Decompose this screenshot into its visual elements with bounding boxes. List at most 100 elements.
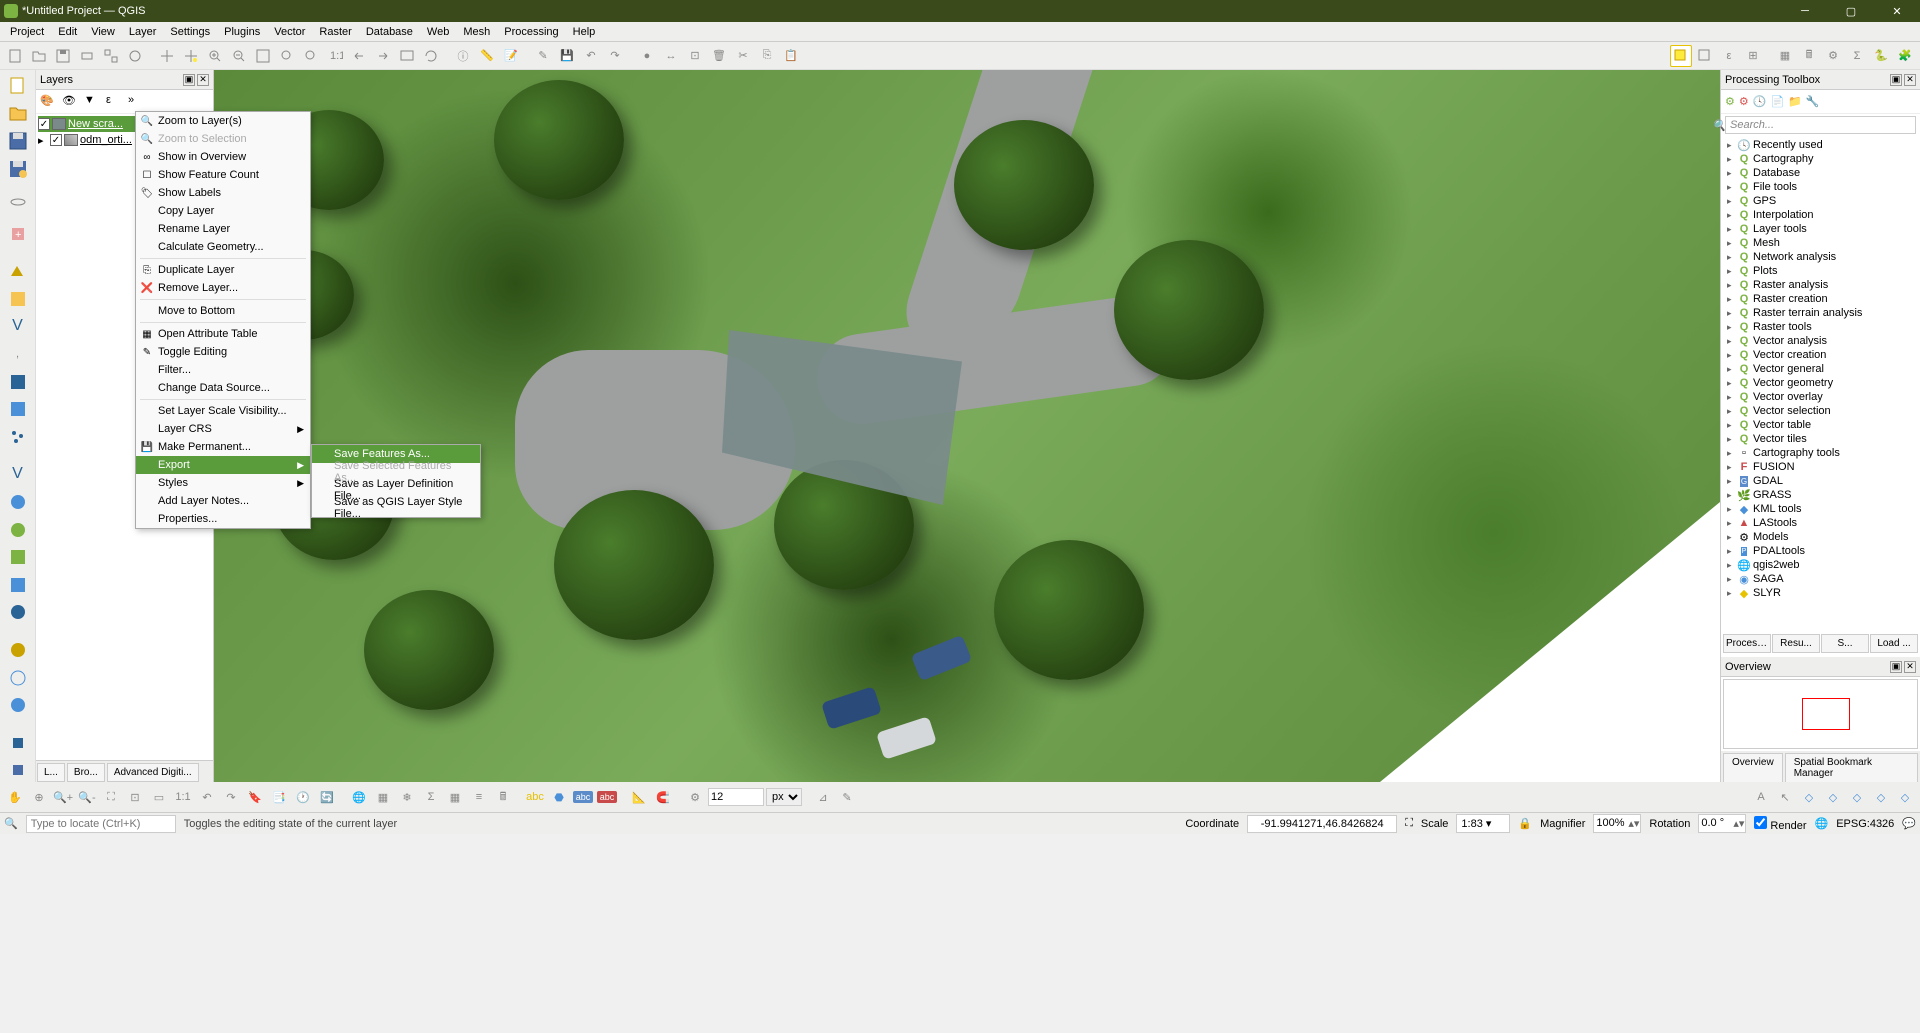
processing-group[interactable]: ▸QVector overlay [1723,390,1918,404]
pan-button[interactable] [156,45,178,67]
overview-canvas[interactable] [1723,679,1918,749]
menu-item-show-in-overview[interactable]: ∞Show in Overview [136,148,310,166]
add-point-icon[interactable]: V [6,463,30,487]
node-icon[interactable]: ◇ [1798,786,1820,808]
undock-icon[interactable]: ▣ [183,74,195,86]
toolbox-button[interactable]: ⚙ [1822,45,1844,67]
new-project-button[interactable] [4,45,26,67]
zoom-native-button[interactable]: 1:1 [324,45,346,67]
sigma-icon[interactable]: Σ [420,786,442,808]
zoom-layer-icon[interactable]: ▭ [148,786,170,808]
processing-group[interactable]: ▸🌿GRASS [1723,488,1918,502]
processing-group[interactable]: ▸QMesh [1723,236,1918,250]
menu-web[interactable]: Web [421,24,455,40]
menu-item-remove-layer-[interactable]: ❌Remove Layer... [136,279,310,297]
layers-tab[interactable]: L... [37,763,65,782]
temporal-icon[interactable]: 🕐 [292,786,314,808]
calc-icon[interactable]: 🖩 [492,786,514,808]
menu-plugins[interactable]: Plugins [218,24,266,40]
menu-processing[interactable]: Processing [498,24,564,40]
processing-group[interactable]: ▸◆KML tools [1723,502,1918,516]
zoom-native-icon[interactable]: 1:1 [172,786,194,808]
chip-icon[interactable] [6,731,30,755]
zoom-next-icon[interactable]: ↷ [220,786,242,808]
menu-item-show-feature-count[interactable]: ☐Show Feature Count [136,166,310,184]
processing-group[interactable]: ▸QVector geometry [1723,376,1918,390]
menu-item-properties-[interactable]: Properties... [136,510,310,528]
maximize-button[interactable]: ▢ [1828,0,1874,22]
undock-icon[interactable]: ▣ [1890,661,1902,673]
processing-group[interactable]: ▸QVector analysis [1723,334,1918,348]
select-by-value-button[interactable]: ⊞ [1742,45,1764,67]
undock-icon[interactable]: ▣ [1890,74,1902,86]
menu-help[interactable]: Help [567,24,602,40]
redo-button[interactable]: ↷ [604,45,626,67]
data-source-icon[interactable] [6,194,30,218]
layer-checkbox[interactable]: ✓ [38,118,50,130]
zoom-in-icon[interactable]: 🔍+ [52,786,74,808]
database-icon[interactable] [6,638,30,662]
label2-icon[interactable]: ⬣ [548,786,570,808]
processing-group[interactable]: ▸QRaster analysis [1723,278,1918,292]
processing-group[interactable]: ▸▲LAStools [1723,516,1918,530]
undo-button[interactable]: ↶ [580,45,602,67]
zoom-full-button[interactable] [252,45,274,67]
processing-group[interactable]: ▸QVector general [1723,362,1918,376]
style-manager-button[interactable] [124,45,146,67]
open-project-button[interactable] [28,45,50,67]
render-checkbox[interactable]: Render [1754,816,1806,832]
processing-group[interactable]: ▸🕓Recently used [1723,138,1918,152]
tracing-icon[interactable]: ✎ [836,786,858,808]
menu-item-toggle-editing[interactable]: ✎Toggle Editing [136,343,310,361]
abc-icon[interactable]: A [1750,786,1772,808]
snap-icon[interactable]: 🧲 [652,786,674,808]
processing-group[interactable]: ▸QVector selection [1723,404,1918,418]
processing-group[interactable]: ▸QVector table [1723,418,1918,432]
style-icon[interactable]: 🎨 [40,94,56,110]
scale-value[interactable]: 1:83 ▾ [1456,814,1510,833]
stats-button[interactable]: Σ [1846,45,1868,67]
menu-settings[interactable]: Settings [164,24,216,40]
filter-icon[interactable]: 👁 [62,94,78,110]
locate-icon[interactable]: 🔍 [4,817,18,830]
globe2-icon[interactable] [6,693,30,717]
minimize-button[interactable]: ─ [1782,0,1828,22]
node-tool-button[interactable]: ⊡ [684,45,706,67]
labelc-icon[interactable]: abc [596,786,618,808]
move-feature-button[interactable]: ↔ [660,45,682,67]
xyz-icon[interactable] [6,545,30,569]
processing-group[interactable]: ▸QFile tools [1723,180,1918,194]
measure-button[interactable]: 📏 [476,45,498,67]
zoom-layer-button[interactable] [300,45,322,67]
processing-group[interactable]: ▸FFUSION [1723,460,1918,474]
new-3d-icon[interactable]: 🌐 [348,786,370,808]
zoom-selection-button[interactable] [276,45,298,67]
expression-icon[interactable]: ε [106,94,122,110]
vector-layer-icon[interactable] [6,259,30,283]
pan-selection-button[interactable] [180,45,202,67]
menu-item-calculate-geometry-[interactable]: Calculate Geometry... [136,238,310,256]
map-canvas[interactable] [214,70,1720,782]
folder-icon[interactable]: 📁 [1788,95,1802,108]
layers-tab[interactable]: Advanced Digiti... [107,763,199,782]
refresh-icon[interactable]: 🔄 [316,786,338,808]
zoom-last-icon[interactable]: ↶ [196,786,218,808]
connect-icon[interactable] [6,573,30,597]
processing-group[interactable]: ▸QVector creation [1723,348,1918,362]
menu-item-duplicate-layer[interactable]: ⎘Duplicate Layer [136,261,310,279]
identify-button[interactable]: ⓘ [452,45,474,67]
processing-group[interactable]: ▸GGDAL [1723,474,1918,488]
close-panel-icon[interactable]: ✕ [197,74,209,86]
open-folder-icon[interactable] [6,102,30,126]
paste-button[interactable]: 📋 [780,45,802,67]
processing-group[interactable]: ▸QGPS [1723,194,1918,208]
snap-settings-icon[interactable]: ⚙ [684,786,706,808]
pan-to-icon[interactable]: ⊕ [28,786,50,808]
magnifier-value[interactable]: 100%▴▾ [1593,814,1641,833]
snap-unit-select[interactable]: px [766,788,802,806]
wrench-icon[interactable]: 🔧 [1806,95,1820,108]
messages-icon[interactable]: 💬 [1902,817,1916,830]
processing-tab-button[interactable]: Resu... [1772,634,1820,653]
processing-tab-button[interactable]: S... [1821,634,1869,653]
menu-vector[interactable]: Vector [268,24,311,40]
